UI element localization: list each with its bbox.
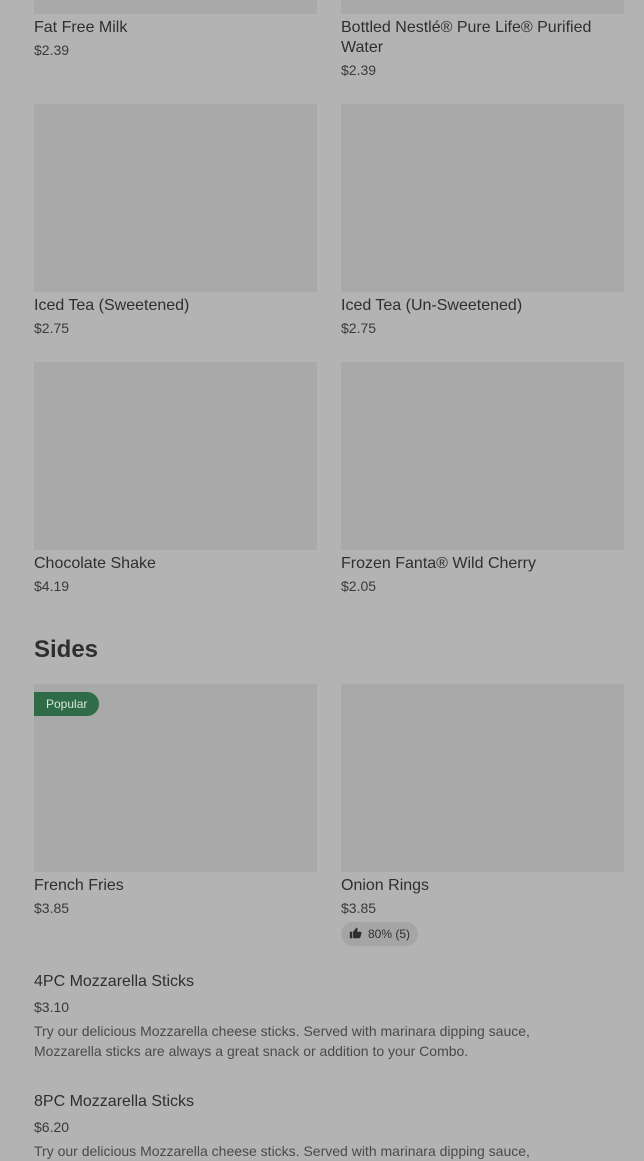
menu-item-price: $2.39 — [341, 62, 377, 78]
rating-text: 80% (5) — [368, 927, 411, 941]
menu-item-card[interactable]: Onion Rings $3.85 80% (5) — [341, 684, 624, 946]
list-item[interactable]: 8PC Mozzarella Sticks $6.20 Try our deli… — [34, 1088, 594, 1161]
menu-item-card[interactable]: Frozen Fanta® Wild Cherry $2.05 — [341, 362, 624, 595]
menu-item-title: Onion Rings — [341, 877, 430, 894]
menu-item-title: 8PC Mozzarella Sticks — [34, 1093, 195, 1110]
menu-item-image — [341, 0, 624, 14]
menu-item-title: French Fries — [34, 877, 124, 894]
menu-item-card[interactable]: Popular French Fries $3.85 — [34, 684, 317, 917]
menu-item-title: Fat Free Milk — [34, 19, 128, 36]
menu-item-card[interactable]: Iced Tea (Sweetened) $2.75 — [34, 104, 317, 337]
menu-item-price: $3.85 — [34, 900, 70, 916]
menu-item-title: Iced Tea (Sweetened) — [34, 297, 190, 314]
menu-item-image — [341, 684, 624, 872]
menu-item-title: Chocolate Shake — [34, 555, 156, 572]
menu-item-card[interactable]: Fat Free Milk $2.39 — [34, 0, 317, 59]
menu-item-image — [34, 104, 317, 292]
menu-item-title: Bottled Nestlé® Pure Life® Purified Wate… — [341, 19, 592, 56]
menu-item-description: Try our delicious Mozzarella cheese stic… — [34, 1143, 530, 1159]
menu-item-image: Popular — [34, 684, 317, 872]
menu-item-price: $2.75 — [34, 320, 70, 336]
menu-item-title: Frozen Fanta® Wild Cherry — [341, 555, 536, 572]
popular-badge: Popular — [34, 692, 100, 716]
menu-item-description: Try our delicious Mozzarella cheese stic… — [34, 1023, 530, 1059]
menu-item-image — [34, 0, 317, 14]
menu-item-price: $3.10 — [34, 999, 70, 1015]
menu-item-price: $3.85 — [341, 900, 377, 916]
thumbs-up-icon — [349, 926, 362, 942]
menu-item-card[interactable]: Iced Tea (Un-Sweetened) $2.75 — [341, 104, 624, 337]
menu-item-card[interactable]: Bottled Nestlé® Pure Life® Purified Wate… — [341, 0, 624, 79]
menu-item-price: $4.19 — [34, 578, 70, 594]
menu-item-image — [341, 362, 624, 550]
section-title-sides: Sides — [34, 636, 99, 663]
menu-item-card[interactable]: Chocolate Shake $4.19 — [34, 362, 317, 595]
menu-item-image — [341, 104, 624, 292]
menu-item-title: 4PC Mozzarella Sticks — [34, 973, 195, 990]
list-item[interactable]: 4PC Mozzarella Sticks $3.10 Try our deli… — [34, 968, 594, 1061]
menu-item-price: $2.39 — [34, 42, 70, 58]
menu-item-price: $2.75 — [341, 320, 377, 336]
menu-item-title: Iced Tea (Un-Sweetened) — [341, 297, 523, 314]
menu-item-price: $2.05 — [341, 578, 377, 594]
menu-item-image — [34, 362, 317, 550]
menu-item-price: $6.20 — [34, 1119, 70, 1135]
rating-badge: 80% (5) — [341, 922, 419, 946]
